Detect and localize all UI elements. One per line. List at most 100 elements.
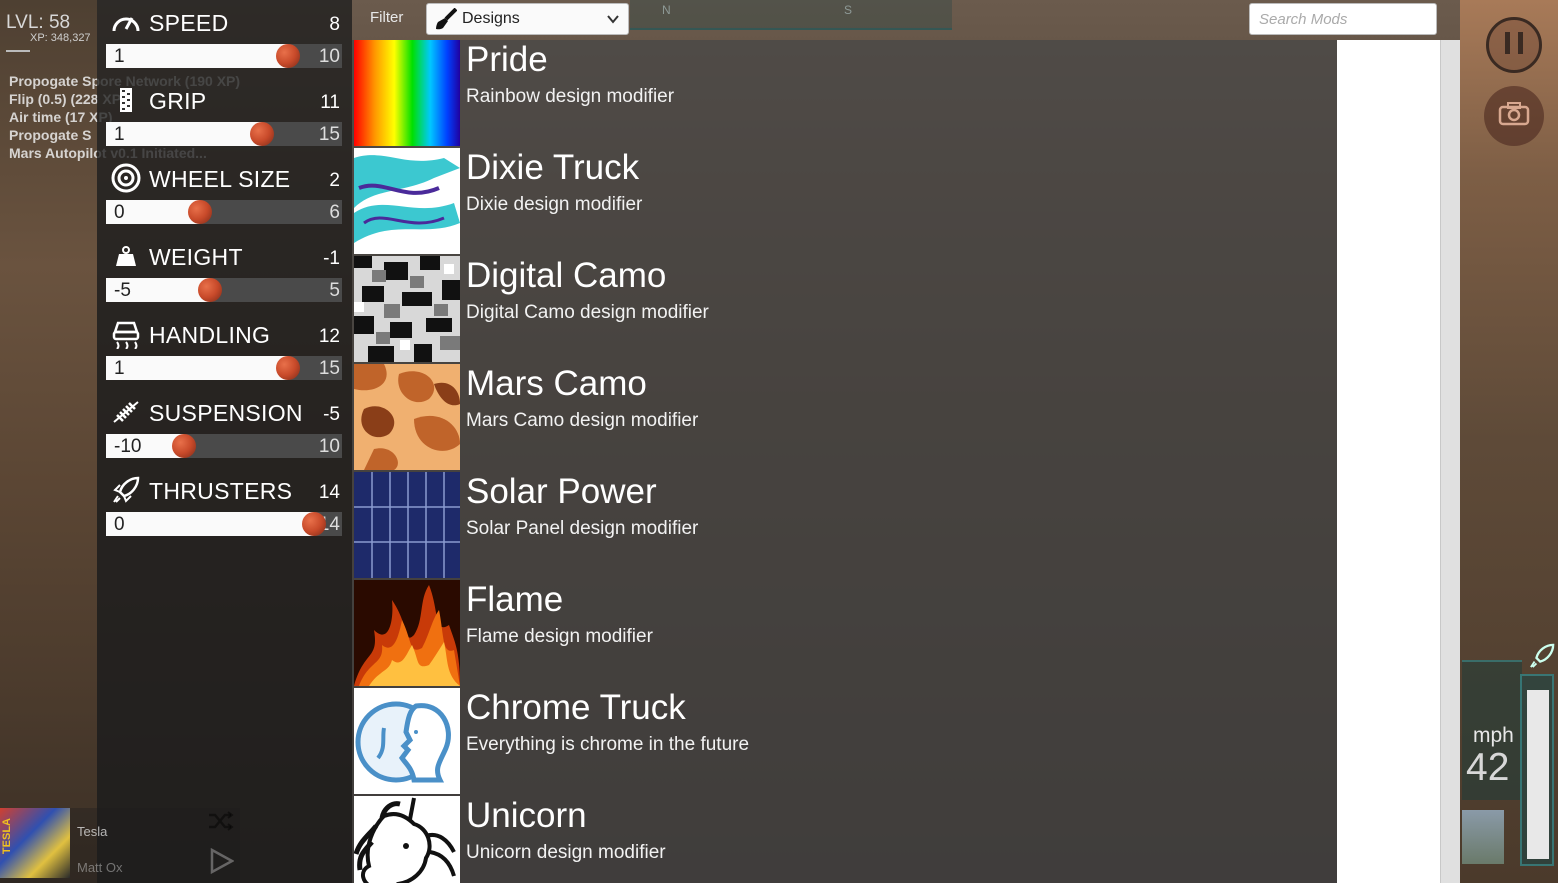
- compass-south: S: [844, 3, 853, 17]
- thrusters-slider[interactable]: 0 14: [106, 512, 342, 536]
- stat-value: 12: [318, 326, 340, 347]
- slider-max: 6: [329, 202, 340, 223]
- flame-thumbnail: [354, 580, 460, 686]
- stat-header: GRIP 11: [106, 82, 342, 118]
- compass-strip: N S: [630, 0, 952, 30]
- rocket-icon: [110, 475, 142, 505]
- slider-knob[interactable]: [302, 512, 326, 536]
- mod-description: Everything is chrome in the future: [466, 734, 750, 755]
- speed-slider[interactable]: 1 10: [106, 44, 342, 68]
- album-art-text: TESLA: [1, 818, 13, 855]
- level-indicator: LVL: 58: [6, 12, 71, 33]
- stat-value: -5: [323, 404, 340, 425]
- slider-min: 0: [114, 514, 125, 535]
- stat-weight: WEIGHT -1 -5 5: [106, 238, 342, 316]
- stat-header: SPEED 8: [106, 4, 342, 40]
- stat-label: WHEEL SIZE: [149, 166, 291, 192]
- mod-title: Flame: [466, 580, 564, 619]
- pause-icon: [1502, 30, 1526, 61]
- stat-header: WHEEL SIZE 2: [106, 160, 342, 196]
- stat-value: 14: [318, 482, 340, 503]
- mod-item-dixie-truck[interactable]: Dixie Truck Dixie design modifier: [352, 148, 1337, 256]
- mod-item-unicorn[interactable]: Unicorn Unicorn design modifier: [352, 796, 1337, 883]
- xp-progress-bar: [6, 50, 30, 52]
- stat-header: THRUSTERS 14: [106, 472, 342, 508]
- slider-fill: [106, 122, 262, 146]
- grip-slider[interactable]: 1 15: [106, 122, 342, 146]
- wheel-size-slider[interactable]: 0 6: [106, 200, 342, 224]
- slider-knob[interactable]: [198, 278, 222, 302]
- slider-knob[interactable]: [276, 44, 300, 68]
- shuffle-icon: [208, 810, 234, 836]
- mod-description: Digital Camo design modifier: [466, 302, 709, 323]
- mods-scrollbar[interactable]: [1440, 40, 1460, 883]
- stat-label: SPEED: [149, 10, 229, 36]
- search-mods-input[interactable]: [1249, 3, 1437, 35]
- stat-wheel-size: WHEEL SIZE 2 0 6: [106, 160, 342, 238]
- xp-indicator: XP: 348,327: [30, 32, 91, 44]
- stat-speed: SPEED 8 1 10: [106, 4, 342, 82]
- pause-button[interactable]: [1486, 17, 1542, 73]
- slider-fill: [106, 356, 288, 380]
- mod-description: Unicorn design modifier: [466, 842, 666, 863]
- chevron-down-icon: [606, 12, 620, 31]
- filter-dropdown[interactable]: Designs: [426, 3, 629, 35]
- stats-panel: SPEED 8 1 10 GRIP 11 1 15 WHEEL SIZE 2 0…: [97, 0, 352, 883]
- mod-title: Unicorn: [466, 796, 587, 835]
- mod-title: Chrome Truck: [466, 688, 686, 727]
- slider-min: 1: [114, 124, 125, 145]
- stat-header: WEIGHT -1: [106, 238, 342, 274]
- speed-value: 42: [1466, 746, 1510, 789]
- mod-description: Mars Camo design modifier: [466, 410, 699, 431]
- stat-value: 8: [329, 14, 340, 35]
- mars-camo-thumbnail: [354, 364, 460, 470]
- slider-knob[interactable]: [172, 434, 196, 458]
- minimap-thumbnail[interactable]: [1462, 810, 1504, 864]
- suspension-slider[interactable]: -10 10: [106, 434, 342, 458]
- stat-grip: GRIP 11 1 15: [106, 82, 342, 160]
- camera-button[interactable]: [1484, 86, 1544, 146]
- mod-title: Pride: [466, 40, 548, 79]
- rainbow-thumbnail: [354, 40, 460, 146]
- mod-item-chrome-truck[interactable]: Chrome Truck Everything is chrome in the…: [352, 688, 1337, 796]
- track-title: Matt Ox: [77, 860, 123, 875]
- filter-selected-value: Designs: [462, 10, 520, 27]
- slider-knob[interactable]: [276, 356, 300, 380]
- play-icon: [208, 847, 235, 879]
- slider-knob[interactable]: [250, 122, 274, 146]
- mod-item-digital-camo[interactable]: Digital Camo Digital Camo design modifie…: [352, 256, 1337, 364]
- weight-icon: [110, 241, 142, 271]
- stat-value: 11: [320, 92, 340, 113]
- mod-title: Dixie Truck: [466, 148, 640, 187]
- slider-min: -5: [114, 280, 131, 301]
- slider-knob[interactable]: [188, 200, 212, 224]
- mod-item-solar-power[interactable]: Solar Power Solar Panel design modifier: [352, 472, 1337, 580]
- speedometer-icon: [110, 7, 142, 37]
- play-button[interactable]: [206, 847, 236, 879]
- slider-max: 15: [318, 358, 340, 379]
- mod-item-flame[interactable]: Flame Flame design modifier: [352, 580, 1337, 688]
- slider-min: 1: [114, 46, 125, 67]
- handling-icon: [110, 319, 142, 349]
- stat-label: THRUSTERS: [149, 478, 293, 504]
- tire-tread-icon: [110, 85, 142, 115]
- mod-detail-pane: [1337, 40, 1440, 883]
- slider-max: 10: [318, 46, 340, 67]
- stat-value: 2: [329, 170, 340, 191]
- stat-label: SUSPENSION: [149, 400, 303, 426]
- stat-suspension: SUSPENSION -5 -10 10: [106, 394, 342, 472]
- camera-icon: [1498, 101, 1530, 131]
- mod-title: Mars Camo: [466, 364, 647, 403]
- mods-list[interactable]: Pride Rainbow design modifier Dixie Truc…: [352, 40, 1337, 883]
- mod-item-mars-camo[interactable]: Mars Camo Mars Camo design modifier: [352, 364, 1337, 472]
- slider-max: 10: [318, 436, 340, 457]
- handling-slider[interactable]: 1 15: [106, 356, 342, 380]
- filter-label: Filter: [370, 9, 404, 26]
- stat-handling: HANDLING 12 1 15: [106, 316, 342, 394]
- mod-item-pride[interactable]: Pride Rainbow design modifier: [352, 40, 1337, 148]
- stat-label: HANDLING: [149, 322, 271, 348]
- stat-label: GRIP: [149, 88, 207, 114]
- mod-title: Solar Power: [466, 472, 657, 511]
- weight-slider[interactable]: -5 5: [106, 278, 342, 302]
- shuffle-button[interactable]: [206, 810, 236, 836]
